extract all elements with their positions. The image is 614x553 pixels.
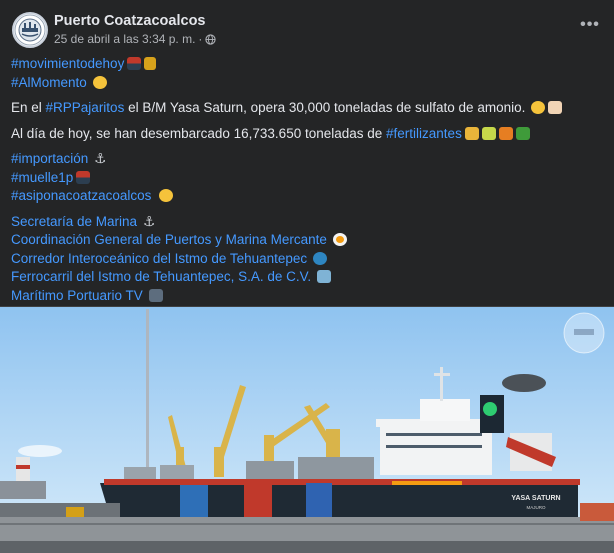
- mention-line: Corredor Interoceánico del Istmo de Tehu…: [11, 250, 601, 269]
- meta-separator: ·: [198, 32, 203, 46]
- mention-corredor-interoceanico[interactable]: Corredor Interoceánico del Istmo de Tehu…: [11, 251, 307, 266]
- hashtag-line: #importación ⚓: [11, 150, 601, 169]
- hashtag-asiponacoatzacoalcos[interactable]: #asiponacoatzacoalcos: [11, 188, 151, 203]
- ship-emoji-icon: [127, 57, 142, 70]
- globe-emoji-icon: [313, 251, 328, 265]
- port-logo-icon: [14, 14, 46, 46]
- paragraph-unloaded: Al día de hoy, se han desembarcado 16,73…: [11, 125, 601, 144]
- lifebuoy-emoji-icon: [332, 233, 347, 246]
- mention-secretaria-de-marina[interactable]: Secretaría de Marina: [11, 214, 137, 229]
- paragraph-text: Al día de hoy, se han desembarcado 16,73…: [11, 125, 387, 141]
- hashtag-line: #asiponacoatzacoalcos: [11, 187, 601, 206]
- broccoli-emoji-icon: [515, 126, 530, 140]
- mention-line: Secretaría de Marina ⚓: [11, 213, 601, 232]
- ship-emoji-icon: [76, 170, 91, 184]
- corn-emoji-icon: [481, 126, 496, 140]
- mention-maritimo-portuario-tv[interactable]: Marítimo Portuario TV: [11, 288, 143, 303]
- page-avatar[interactable]: [12, 12, 48, 48]
- hashtag-line: #AlMomento: [11, 74, 601, 93]
- grinning-face-emoji-icon: [92, 75, 107, 89]
- hashtag-almomento[interactable]: #AlMomento: [11, 75, 87, 90]
- facebook-post: Puerto Coatzacoalcos 25 de abril a las 3…: [0, 0, 614, 553]
- corn-emoji-icon: [464, 126, 479, 140]
- ship-port-label: MAJURO: [527, 505, 546, 510]
- tv-emoji-icon: [148, 288, 163, 302]
- post-timestamp[interactable]: 25 de abril a las 3:34 p. m.: [54, 32, 195, 46]
- mention-coordinacion-general[interactable]: Coordinación General de Puertos y Marina…: [11, 232, 327, 247]
- mention-ferrocarril-istmo[interactable]: Ferrocarril del Istmo de Tehuantepec, S.…: [11, 269, 311, 284]
- ship-name-label: YASA SATURN: [511, 495, 560, 502]
- wink-emoji-icon: [531, 101, 546, 114]
- mention-line: Marítimo Portuario TV: [11, 287, 601, 306]
- train-emoji-icon: [317, 270, 332, 283]
- hashtag-movimientodehoy[interactable]: #movimientodehoy: [11, 56, 124, 71]
- hashtag-importacion[interactable]: #importación: [11, 151, 88, 166]
- paragraph-text: el B/M Yasa Saturn, opera 30,000 tonelad…: [124, 100, 526, 115]
- crane-emoji-icon: [144, 57, 157, 70]
- paragraph-operation: En el #RPPajaritos el B/M Yasa Saturn, o…: [11, 99, 601, 118]
- ship-photo: YASA SATURN MAJURO: [0, 307, 614, 553]
- post-body: #movimientodehoy #AlMomento En el #RPPaj…: [11, 55, 601, 305]
- globe-icon[interactable]: [205, 33, 217, 45]
- hashtag-fertilizantes[interactable]: #fertilizantes: [386, 126, 462, 141]
- mention-line: Ferrocarril del Istmo de Tehuantepec, S.…: [11, 268, 601, 287]
- hashtag-rppajaritos[interactable]: #RPPajaritos: [46, 100, 125, 115]
- post-photo[interactable]: YASA SATURN MAJURO: [0, 306, 614, 553]
- carrot-emoji-icon: [498, 126, 513, 140]
- post-meta: 25 de abril a las 3:34 p. m. ·: [54, 32, 217, 46]
- hashtag-line: #movimientodehoy: [11, 55, 601, 74]
- mention-line: Coordinación General de Puertos y Marina…: [11, 231, 601, 250]
- more-options-button[interactable]: •••: [578, 16, 602, 36]
- hashtag-muelle1p[interactable]: #muelle1p: [11, 170, 73, 185]
- thumbs-up-emoji-icon: [548, 101, 563, 114]
- face-emoji-icon: [159, 189, 174, 202]
- paragraph-text: En el: [11, 100, 46, 115]
- page-name-link[interactable]: Puerto Coatzacoalcos: [54, 13, 206, 29]
- anchor-emoji-icon: ⚓: [94, 151, 107, 166]
- post-header: Puerto Coatzacoalcos 25 de abril a las 3…: [12, 12, 602, 52]
- more-horizontal-icon: •••: [580, 16, 600, 33]
- hashtag-line: #muelle1p: [11, 169, 601, 188]
- anchor-emoji-icon: ⚓: [143, 213, 156, 229]
